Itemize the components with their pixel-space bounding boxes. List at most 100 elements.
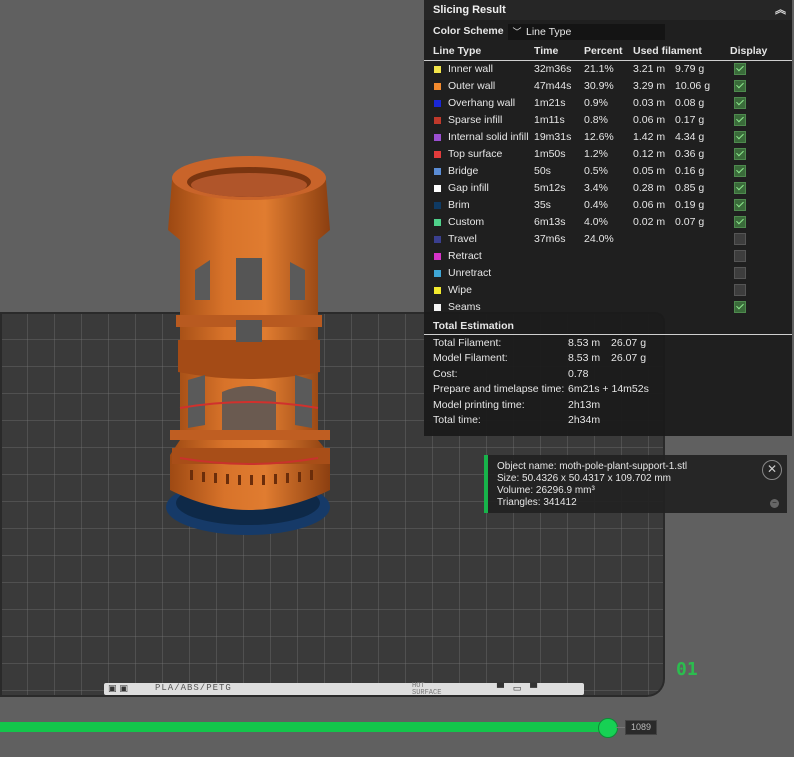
filament-meters-value: 3.21 m bbox=[633, 63, 666, 75]
color-swatch bbox=[434, 100, 441, 107]
estimation-label: Model printing time: bbox=[433, 398, 525, 411]
line-type-label: Bridge bbox=[448, 165, 479, 177]
display-checkbox[interactable] bbox=[734, 267, 746, 279]
collapse-icon[interactable]: ︽ bbox=[775, 0, 786, 20]
time-value: 50s bbox=[534, 165, 551, 177]
filament-meters-value: 0.06 m bbox=[633, 199, 666, 211]
time-value: 37m6s bbox=[534, 233, 566, 245]
object-volume: Volume: 26296.9 mm³ bbox=[497, 485, 595, 496]
time-value: 19m31s bbox=[534, 131, 572, 143]
object-size: Size: 50.4326 x 50.4317 x 109.702 mm bbox=[497, 473, 672, 484]
line-type-label: Inner wall bbox=[448, 63, 493, 75]
total-estimation-table: Total Filament: 8.53 m 26.07 g Model Filame… bbox=[424, 335, 792, 427]
time-value: 35s bbox=[534, 199, 551, 211]
color-swatch bbox=[434, 287, 441, 294]
line-type-label: Overhang wall bbox=[448, 97, 516, 109]
line-type-label: Internal solid infill bbox=[448, 131, 529, 143]
time-value: 32m36s bbox=[534, 63, 572, 75]
percent-value: 21.1% bbox=[584, 63, 614, 75]
filament-grams-value: 9.79 g bbox=[675, 63, 705, 75]
estimation-label: Total time: bbox=[433, 413, 481, 426]
estimation-row: Model Filament: 8.53 m 26.07 g bbox=[424, 350, 792, 365]
line-type-label: Travel bbox=[448, 233, 477, 245]
filament-grams-value: 0.36 g bbox=[675, 148, 705, 160]
percent-value: 12.6% bbox=[584, 131, 614, 143]
display-checkbox[interactable] bbox=[734, 63, 746, 75]
display-checkbox[interactable] bbox=[734, 250, 746, 262]
percent-value: 3.4% bbox=[584, 182, 608, 194]
column-header-percent: Percent bbox=[584, 45, 623, 57]
color-swatch bbox=[434, 66, 441, 73]
percent-value: 24.0% bbox=[584, 233, 614, 245]
display-checkbox[interactable] bbox=[734, 216, 746, 228]
display-checkbox[interactable] bbox=[734, 114, 746, 126]
color-swatch bbox=[434, 117, 441, 124]
table-header: Line Type Time Percent Used filament Dis… bbox=[424, 42, 792, 61]
color-swatch bbox=[434, 83, 441, 90]
percent-value: 0.8% bbox=[584, 114, 608, 126]
filament-meters-value: 1.42 m bbox=[633, 131, 666, 143]
filament-grams-value: 4.34 g bbox=[675, 131, 705, 143]
minimize-button[interactable]: − bbox=[770, 499, 779, 508]
percent-value: 30.9% bbox=[584, 80, 614, 92]
color-swatch bbox=[434, 219, 441, 226]
time-value: 1m50s bbox=[534, 148, 566, 160]
filament-grams-value: 0.08 g bbox=[675, 97, 705, 109]
table-row: Outer wall 47m44s 30.9% 3.29 m 10.06 g bbox=[424, 78, 792, 95]
table-row: Bridge 50s 0.5% 0.05 m 0.16 g bbox=[424, 163, 792, 180]
color-swatch bbox=[434, 253, 441, 260]
layer-slider-thumb[interactable] bbox=[598, 718, 618, 738]
close-button[interactable]: ✕ bbox=[762, 460, 782, 480]
display-checkbox[interactable] bbox=[734, 80, 746, 92]
estimation-value-secondary: 26.07 g bbox=[611, 337, 647, 349]
color-scheme-dropdown[interactable]: ﹀ Line Type bbox=[508, 24, 665, 40]
display-checkbox[interactable] bbox=[734, 233, 746, 245]
line-type-label: Wipe bbox=[448, 284, 472, 296]
layer-slider-track[interactable] bbox=[0, 722, 612, 732]
percent-value: 0.4% bbox=[584, 199, 608, 211]
table-row: Unretract bbox=[424, 265, 792, 282]
display-checkbox[interactable] bbox=[734, 131, 746, 143]
color-swatch bbox=[434, 304, 441, 311]
table-row: Wipe bbox=[424, 282, 792, 299]
line-type-table: Inner wall 32m36s 21.1% 3.21 m 9.79 g Outer w… bbox=[424, 61, 792, 316]
color-swatch bbox=[434, 168, 441, 175]
estimation-row: Total time: 2h34m bbox=[424, 412, 792, 427]
total-estimation-header: Total Estimation bbox=[424, 317, 792, 335]
estimation-row: Model printing time: 2h13m bbox=[424, 397, 792, 412]
percent-value: 0.5% bbox=[584, 165, 608, 177]
time-value: 6m13s bbox=[534, 216, 566, 228]
estimation-value-secondary: 26.07 g bbox=[611, 352, 647, 365]
line-type-label: Sparse infill bbox=[448, 114, 503, 126]
estimation-label: Prepare and timelapse time: bbox=[433, 383, 565, 396]
color-scheme-row: Color Scheme ﹀ Line Type bbox=[424, 20, 792, 42]
filament-meters-value: 0.28 m bbox=[633, 182, 666, 194]
layer-value: 1089 bbox=[625, 720, 657, 735]
filament-grams-value: 0.17 g bbox=[675, 114, 705, 126]
display-checkbox[interactable] bbox=[734, 301, 746, 313]
object-info-tooltip: Object name: moth-pole-plant-support-1.s… bbox=[484, 455, 787, 513]
panel-header[interactable]: Slicing Result ︽ bbox=[424, 0, 792, 20]
color-swatch bbox=[434, 151, 441, 158]
filament-meters-value: 0.12 m bbox=[633, 148, 666, 160]
display-checkbox[interactable] bbox=[734, 97, 746, 109]
display-checkbox[interactable] bbox=[734, 182, 746, 194]
display-checkbox[interactable] bbox=[734, 165, 746, 177]
time-value: 5m12s bbox=[534, 182, 566, 194]
estimation-value: 2h34m bbox=[568, 413, 601, 426]
table-row: Gap infill 5m12s 3.4% 0.28 m 0.85 g bbox=[424, 180, 792, 197]
estimation-value: 6m21s + 14m52s bbox=[568, 383, 649, 396]
percent-value: 1.2% bbox=[584, 148, 608, 160]
estimation-value: 8.53 m bbox=[568, 337, 601, 349]
estimation-label: Total Filament: bbox=[433, 337, 502, 349]
display-checkbox[interactable] bbox=[734, 199, 746, 211]
display-checkbox[interactable] bbox=[734, 284, 746, 296]
filament-meters-value: 0.03 m bbox=[633, 97, 666, 109]
table-row: Travel 37m6s 24.0% bbox=[424, 231, 792, 248]
display-checkbox[interactable] bbox=[734, 148, 746, 160]
color-swatch bbox=[434, 202, 441, 209]
line-type-label: Brim bbox=[448, 199, 470, 211]
line-type-label: Custom bbox=[448, 216, 485, 228]
table-row: Overhang wall 1m21s 0.9% 0.03 m 0.08 g bbox=[424, 95, 792, 112]
filament-meters-value: 0.05 m bbox=[633, 165, 666, 177]
